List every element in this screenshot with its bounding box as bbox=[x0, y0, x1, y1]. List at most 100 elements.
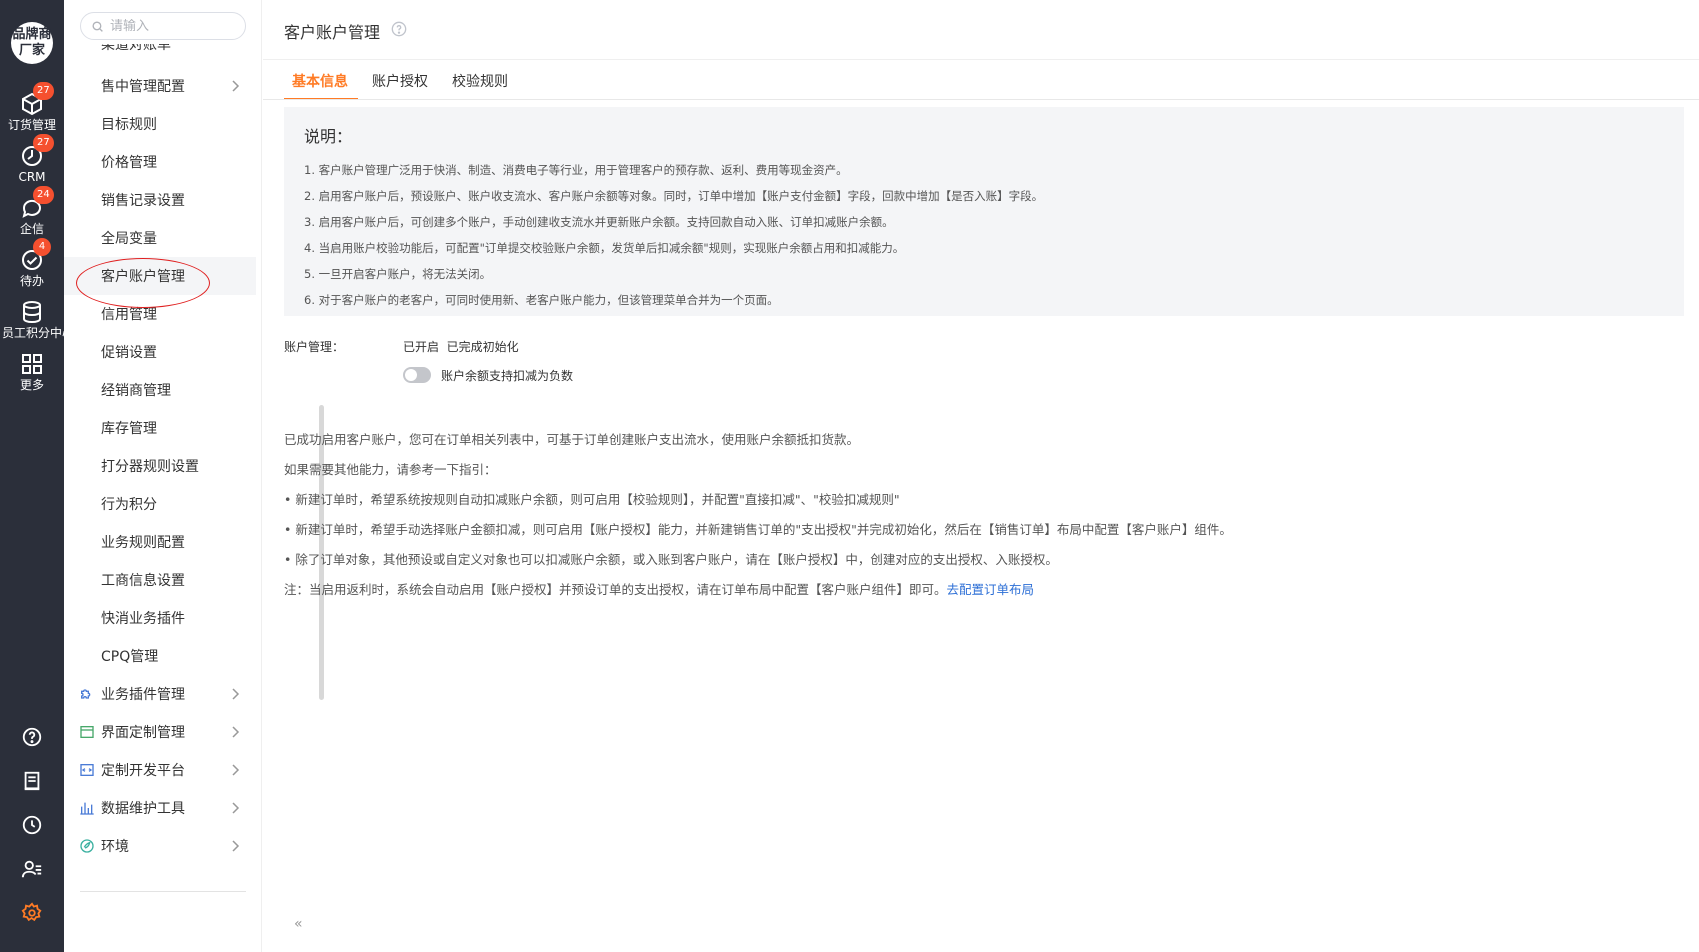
nav-item-label: 渠道对账单 bbox=[101, 44, 171, 53]
guide-note: 注：当启用返利时，系统会自动启用【账户授权】并预设订单的支出授权，请在订单布局中… bbox=[284, 575, 1232, 605]
nav-item[interactable]: 售中管理配置 bbox=[64, 67, 256, 105]
nav-group[interactable]: 业务插件管理 bbox=[64, 675, 256, 713]
guide-line: 如果需要其他能力，请参考一下指引： bbox=[284, 462, 497, 477]
nav-item[interactable]: 促销设置 bbox=[64, 333, 256, 371]
nav-item-label: 行为积分 bbox=[101, 497, 157, 513]
brand-line-2: 厂家 bbox=[18, 43, 45, 58]
nav-group-label: 定制开发平台 bbox=[101, 763, 185, 779]
rail-item-more[interactable]: 更多 bbox=[0, 348, 64, 398]
search-input[interactable] bbox=[110, 18, 230, 34]
nav-item-label: 工商信息设置 bbox=[101, 573, 185, 589]
info-line: 4. 当启用账户校验功能后，可配置"订单提交校验账户余额，发货单后扣减余额"规则… bbox=[304, 241, 905, 255]
nav-item-label: 售中管理配置 bbox=[101, 79, 185, 95]
bar-chart-icon bbox=[80, 802, 94, 815]
note-text: 注：当启用返利时，系统会自动启用【账户授权】并预设订单的支出授权，请在订单布局中… bbox=[284, 582, 947, 597]
contacts-button[interactable] bbox=[0, 848, 64, 888]
nav-item[interactable]: 打分器规则设置 bbox=[64, 447, 256, 485]
puzzle-icon bbox=[81, 689, 91, 699]
info-line: 3. 启用客户账户后，可创建多个账户，手动创建收支流水并更新账户余额。支持回款自… bbox=[304, 215, 894, 229]
nav-group-label: 环境 bbox=[101, 839, 129, 855]
badge-count: 27 bbox=[33, 134, 54, 152]
rail-item-chat[interactable]: 企信 24 bbox=[0, 186, 64, 242]
negative-balance-toggle[interactable] bbox=[403, 367, 431, 383]
nav-item-label: CPQ管理 bbox=[101, 649, 159, 665]
nav-group[interactable]: 界面定制管理 bbox=[64, 713, 256, 751]
nav-divider bbox=[80, 891, 246, 892]
info-title: 说明： bbox=[304, 127, 353, 146]
info-line: 5. 一旦开启客户账户，将无法关闭。 bbox=[304, 267, 492, 281]
nav-item[interactable]: 销售记录设置 bbox=[64, 181, 256, 219]
badge-count: 24 bbox=[33, 186, 54, 204]
nav-group[interactable]: 数据维护工具 bbox=[64, 789, 256, 827]
tab-validation-rules[interactable]: 校验规则 bbox=[444, 60, 524, 100]
help-button[interactable] bbox=[0, 716, 64, 756]
left-icon-rail: 品牌商 厂家 订货管理 27 CRM 27 企信 24 待办 4 员工积分中心 bbox=[0, 0, 64, 952]
nav-search[interactable] bbox=[80, 12, 246, 40]
nav-item[interactable]: 目标规则 bbox=[64, 105, 256, 143]
nav-item[interactable]: 全局变量 bbox=[64, 219, 256, 257]
chevron-right-icon bbox=[232, 688, 240, 700]
guide-line: • 新建订单时，希望系统按规则自动扣减账户余额，则可启用【校验规则】，并配置"直… bbox=[284, 492, 900, 507]
nav-item-label: 业务规则配置 bbox=[101, 535, 185, 551]
nav-item-partial[interactable]: 渠道对账单 bbox=[101, 44, 171, 64]
info-line: 1. 客户账户管理广泛用于快消、制造、消费电子等行业，用于管理客户的预存款、返利… bbox=[304, 163, 848, 177]
tab-bar: 基本信息 账户授权 校验规则 bbox=[284, 60, 524, 100]
rail-item-crm[interactable]: CRM 27 bbox=[0, 134, 64, 190]
nav-item-label: 库存管理 bbox=[101, 421, 157, 437]
nav-item[interactable]: 价格管理 bbox=[64, 143, 256, 181]
account-management-label: 账户管理： bbox=[284, 340, 345, 354]
account-status: 已开启 已完成初始化 bbox=[403, 340, 519, 354]
nav-item[interactable]: 工商信息设置 bbox=[64, 561, 256, 599]
settings-button[interactable] bbox=[0, 893, 64, 933]
settings-nav: 渠道对账单 售中管理配置目标规则价格管理销售记录设置全局变量客户账户管理信用管理… bbox=[64, 0, 324, 952]
tab-account-auth[interactable]: 账户授权 bbox=[364, 60, 444, 100]
tab-basic-info[interactable]: 基本信息 bbox=[284, 60, 364, 100]
brand-avatar[interactable]: 品牌商 厂家 bbox=[11, 22, 53, 64]
leaf-icon bbox=[80, 839, 94, 853]
history-button[interactable] bbox=[0, 804, 64, 844]
chevron-right-icon bbox=[232, 80, 240, 92]
rail-item-todo[interactable]: 待办 4 bbox=[0, 238, 64, 294]
rail-item-order[interactable]: 订货管理 27 bbox=[0, 82, 64, 138]
nav-item-label: 促销设置 bbox=[101, 345, 157, 361]
settings-gear-icon bbox=[21, 902, 42, 922]
rail-label: 待办 bbox=[19, 274, 44, 288]
rail-item-points[interactable]: 员工积分中心 bbox=[0, 296, 64, 346]
nav-item[interactable]: 库存管理 bbox=[64, 409, 256, 447]
info-line: 2. 启用客户账户后，预设账户、账户收支流水、客户账户余额等对象。同时，订单中增… bbox=[304, 189, 1044, 203]
page-title: 客户账户管理 bbox=[284, 23, 381, 42]
annotation-ring bbox=[76, 258, 210, 308]
chevron-right-icon bbox=[232, 764, 240, 776]
nav-item[interactable]: 业务规则配置 bbox=[64, 523, 256, 561]
rail-label: CRM bbox=[18, 170, 46, 184]
code-icon bbox=[80, 764, 94, 776]
notes-button[interactable] bbox=[0, 760, 64, 800]
nav-item[interactable]: 行为积分 bbox=[64, 485, 256, 523]
window-icon bbox=[80, 726, 94, 738]
user-list-icon bbox=[21, 860, 42, 878]
tabs-divider bbox=[263, 99, 1699, 100]
badge-count: 27 bbox=[33, 82, 54, 100]
toggle-label: 账户余额支持扣减为负数 bbox=[441, 369, 574, 383]
guide-section: 已成功启用客户账户，您可在订单相关列表中，可基于订单创建账户支出流水，使用账户余… bbox=[284, 425, 1232, 605]
chevron-right-icon bbox=[232, 726, 240, 738]
database-icon bbox=[23, 301, 41, 324]
chevron-right-icon bbox=[232, 802, 240, 814]
nav-item[interactable]: CPQ管理 bbox=[64, 637, 256, 675]
nav-item[interactable]: 快消业务插件 bbox=[64, 599, 256, 637]
guide-line: • 新建订单时，希望手动选择账户金额扣减，则可启用【账户授权】能力，并新建销售订… bbox=[284, 522, 1232, 537]
nav-group-label: 界面定制管理 bbox=[101, 725, 185, 741]
brand-line-1: 品牌商 bbox=[12, 27, 52, 42]
clock-icon bbox=[22, 815, 42, 835]
rail-label: 更多 bbox=[19, 378, 44, 392]
help-icon[interactable] bbox=[391, 21, 407, 37]
nav-item-label: 目标规则 bbox=[101, 117, 157, 133]
nav-group[interactable]: 定制开发平台 bbox=[64, 751, 256, 789]
nav-group[interactable]: 环境 bbox=[64, 827, 256, 865]
configure-order-layout-link[interactable]: 去配置订单布局 bbox=[947, 582, 1035, 597]
nav-item[interactable]: 经销商管理 bbox=[64, 371, 256, 409]
grid-icon bbox=[22, 354, 42, 374]
badge-count: 4 bbox=[33, 238, 51, 256]
rail-label: 员工积分中心 bbox=[2, 326, 64, 340]
rail-label: 订货管理 bbox=[7, 118, 56, 132]
